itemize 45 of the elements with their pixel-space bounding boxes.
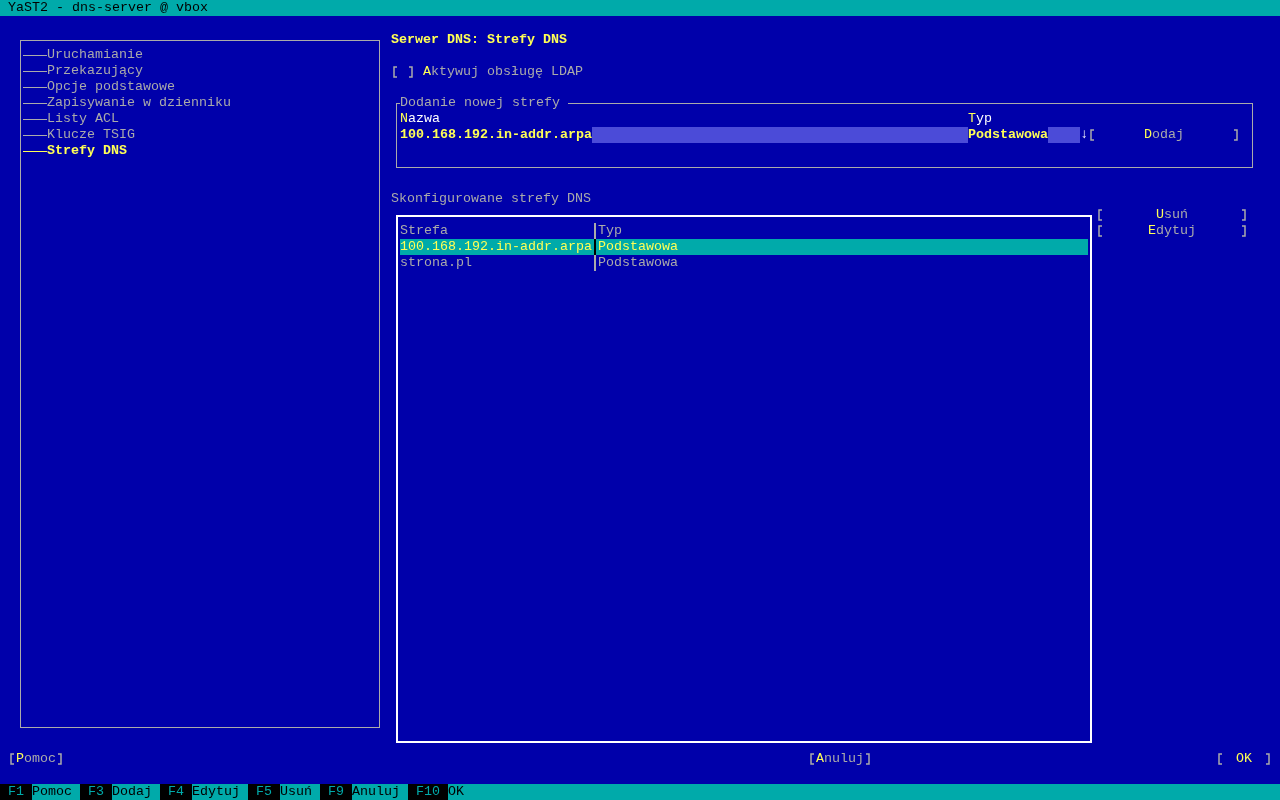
bracket-icon [56, 751, 64, 767]
cancel-button[interactable]: Anuluj [808, 751, 872, 767]
checkbox[interactable] [391, 64, 415, 80]
table-action-button[interactable]: Usuń [1096, 207, 1248, 223]
function-key[interactable]: F5 Usuń [248, 784, 320, 800]
table-row[interactable]: strona.pl Podstawowa [400, 255, 1088, 271]
frame-title: Dodanie nowej strefy [400, 95, 568, 111]
table-action-button[interactable]: Edytuj [1096, 223, 1248, 239]
bracket-icon [1088, 127, 1096, 143]
section-title: Skonfigurowane strefy DNS [391, 191, 592, 207]
function-key[interactable]: F1 Pomoc [0, 784, 80, 800]
add-button[interactable]: Dodaj [1088, 127, 1240, 143]
bracket-icon [391, 64, 399, 80]
function-key[interactable]: F3 Dodaj [80, 784, 160, 800]
page-heading: Serwer DNS: Strefy DNS [391, 32, 568, 48]
checkbox-label: Aktywuj obsługę LDAP [423, 64, 583, 80]
bracket-icon [808, 751, 816, 767]
bracket-icon [1232, 127, 1240, 143]
tree-item[interactable]: Strefy DNS [23, 143, 127, 159]
function-key[interactable]: F4 Edytuj [160, 784, 248, 800]
table-cell-text: Podstawowa [597, 239, 678, 255]
tree-item[interactable]: Listy ACL [23, 111, 119, 127]
bracket-icon [1216, 751, 1224, 767]
tree-item[interactable]: Klucze TSIG [23, 127, 135, 143]
bracket-icon [864, 751, 872, 767]
type-dropdown[interactable]: Podstawowa [968, 127, 1080, 143]
input-field[interactable]: 100.168.192.in-addr.arpa [400, 127, 968, 143]
help-button[interactable]: Pomoc [8, 751, 64, 767]
table-cell: strona.pl [400, 255, 596, 271]
field-label: Typ [968, 111, 992, 127]
tree-item[interactable]: Przekazujący [23, 63, 143, 79]
table-cell: 100.168.192.in-addr.arpa [400, 239, 596, 255]
function-key[interactable]: F9 Anuluj [320, 784, 408, 800]
column-header: Typ [597, 223, 622, 239]
field-label: Nazwa [400, 111, 441, 127]
tree-item[interactable]: Zapisywanie w dzienniku [23, 95, 231, 111]
ok-button[interactable]: OK [1216, 751, 1272, 767]
table-cell-text: Podstawowa [597, 255, 678, 271]
bracket-icon [407, 64, 415, 80]
dropdown-arrow[interactable]: ↓ [1080, 127, 1088, 143]
bracket-icon [1264, 751, 1272, 767]
tree-item[interactable]: Uruchamianie [23, 47, 143, 63]
tree-item[interactable]: Opcje podstawowe [23, 79, 175, 95]
window-title: YaST2 - dns-server @ vbox [8, 0, 208, 15]
bracket-icon [8, 751, 16, 767]
